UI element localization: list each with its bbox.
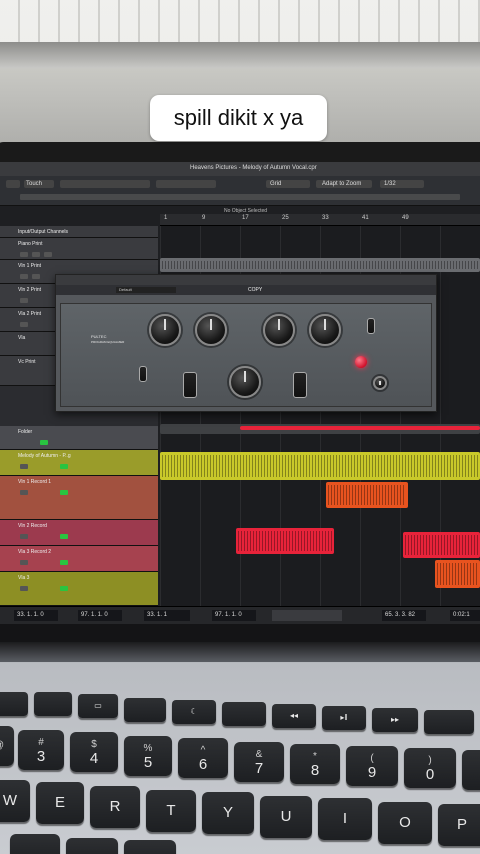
key-9[interactable]: (9 [346, 746, 398, 786]
start-field[interactable]: 33. 1. 1 [144, 610, 190, 621]
fn-key[interactable] [0, 692, 28, 716]
key-6[interactable]: ^ 6 [178, 738, 228, 778]
transport-bar: 33. 1. 1. 0 97. 1. 1. 0 33. 1. 1 97. 1. … [0, 606, 480, 624]
ruler-mark: 17 [242, 215, 249, 221]
key-e[interactable]: E [36, 782, 84, 824]
toolbar-tools[interactable] [60, 180, 150, 188]
track-header[interactable]: Vla 3 Record 2 [0, 546, 158, 572]
output-knob[interactable] [373, 376, 387, 390]
fn-key[interactable]: ▸‖ [322, 706, 366, 730]
key[interactable]: @ [0, 726, 14, 766]
track-header[interactable]: Vln 1 Record 1 [0, 476, 158, 520]
model-label: PROGRAM EQUALIZER [91, 340, 125, 344]
fn-key[interactable]: ▭ [78, 694, 118, 718]
track-header[interactable]: Vla 3 [0, 572, 158, 606]
key[interactable] [124, 840, 176, 854]
track-header[interactable]: Input/Output Channels [0, 226, 158, 238]
low-boost-knob[interactable] [149, 314, 181, 346]
screen-bottom-bar [0, 624, 480, 642]
window-title: Heavens Pictures - Melody of Autumn Voca… [190, 165, 317, 171]
low-atten-knob[interactable] [195, 314, 227, 346]
eq-plugin-window[interactable]: Default COPY PULTEC PROGRAM EQUALIZER [55, 274, 437, 412]
track-header[interactable]: Folder [0, 426, 158, 450]
low-freq-switch[interactable] [139, 366, 147, 382]
low-freq-selector[interactable] [183, 372, 197, 398]
timeline-ruler[interactable]: 1 9 17 25 33 41 49 [160, 214, 480, 226]
automation-mode[interactable]: Touch [26, 181, 42, 187]
key-i[interactable]: I [318, 798, 372, 840]
key-w[interactable]: W [0, 780, 30, 822]
power-led [355, 356, 367, 368]
quantize-label: 1/32 [384, 181, 396, 187]
bandwidth-knob[interactable] [229, 366, 261, 398]
preset-select[interactable]: Default [116, 287, 176, 293]
folder-part[interactable] [240, 426, 480, 430]
audio-clip[interactable] [435, 560, 480, 588]
key-r[interactable]: R [90, 786, 140, 828]
key-y[interactable]: Y [202, 792, 254, 834]
audio-clip[interactable] [236, 528, 334, 554]
fn-key[interactable]: ◂◂ [272, 704, 316, 728]
left-locator[interactable]: 33. 1. 1. 0 [14, 610, 58, 621]
key-u[interactable]: U [260, 796, 312, 838]
audio-clip[interactable] [403, 532, 480, 558]
fn-key[interactable] [424, 710, 474, 734]
track-header[interactable]: Piano Print [0, 238, 158, 260]
key-o[interactable]: O [378, 802, 432, 844]
fn-key[interactable]: ▸▸ [372, 708, 418, 732]
key-4[interactable]: $4 [70, 732, 118, 772]
track-header[interactable]: Vln 2 Record [0, 520, 158, 546]
key-3[interactable]: #3 [18, 730, 64, 770]
toolbar-tools[interactable] [156, 180, 216, 188]
video-caption: spill dikit x ya [150, 95, 327, 141]
key[interactable] [66, 838, 118, 854]
wall-shelf [0, 42, 480, 68]
copy-button[interactable]: COPY [248, 287, 262, 293]
key-t[interactable]: T [146, 790, 196, 832]
time-display: 0:02:1 [450, 610, 480, 621]
audio-clip[interactable] [160, 258, 480, 272]
ruler-mark: 49 [402, 215, 409, 221]
toolbar-button[interactable] [6, 180, 20, 188]
plugin-titlebar[interactable] [56, 275, 436, 285]
audio-clip[interactable] [160, 452, 480, 480]
eq-panel: PULTEC PROGRAM EQUALIZER [60, 303, 432, 407]
ruler-mark: 9 [202, 215, 206, 221]
fn-key[interactable] [124, 698, 166, 722]
ruler-mark: 25 [282, 215, 289, 221]
key-0[interactable]: ) 0 [404, 748, 456, 788]
key-8[interactable]: * 8 [290, 744, 340, 784]
transport-controls[interactable] [272, 610, 342, 621]
track-header[interactable]: Melody of Autumn - P..g [0, 450, 158, 476]
ruler-mark: 1 [164, 215, 168, 221]
key-p[interactable]: P [438, 804, 480, 846]
high-freq-selector[interactable] [293, 372, 307, 398]
high-atten-knob[interactable] [309, 314, 341, 346]
fn-key[interactable] [222, 702, 266, 726]
key-minus[interactable] [462, 750, 480, 790]
end-field[interactable]: 97. 1. 1. 0 [212, 610, 256, 621]
right-locator[interactable]: 97. 1. 1. 0 [78, 610, 122, 621]
key[interactable] [10, 834, 60, 854]
position-display: 65. 3. 3. 82 [382, 610, 426, 621]
laptop-hinge [0, 642, 480, 662]
laptop-screen: Heavens Pictures - Melody of Autumn Voca… [0, 162, 480, 642]
toolbar: Touch Grid Adapt to Zoom 1/32 [0, 176, 480, 206]
menu-bar: Heavens Pictures - Melody of Autumn Voca… [0, 162, 480, 176]
key-5[interactable]: % 5 [124, 736, 172, 776]
toolbar-secondary-row [20, 194, 460, 200]
ruler-mark: 33 [322, 215, 329, 221]
power-toggle[interactable] [367, 318, 375, 334]
high-boost-knob[interactable] [263, 314, 295, 346]
plugin-header [56, 285, 436, 295]
zoom-label: Adapt to Zoom [322, 181, 362, 187]
ruler-mark: 41 [362, 215, 369, 221]
snap-label: Grid [270, 181, 282, 187]
fn-key[interactable] [34, 692, 72, 716]
brand-label: PULTEC [91, 334, 107, 339]
fn-key[interactable]: ☾ [172, 700, 216, 724]
audio-clip[interactable] [326, 482, 408, 508]
key-7[interactable]: & 7 [234, 742, 284, 782]
